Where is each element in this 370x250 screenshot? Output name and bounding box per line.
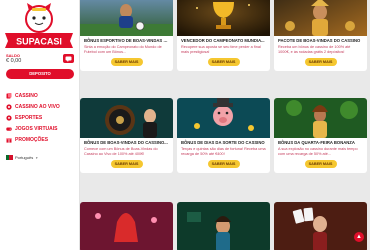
- main-menu: CASSINO CASSINO AO VIVO ESPORTES JOGOS V…: [6, 90, 76, 145]
- language-selector[interactable]: Português ▼: [6, 155, 38, 160]
- arrow-up-icon: ▲: [356, 234, 362, 240]
- promo-image: [80, 202, 173, 250]
- promo-title: VENCEDOR DO CAMPEONATO MUNDIA...: [181, 38, 265, 43]
- chat-button[interactable]: [63, 54, 74, 63]
- gift-icon: [6, 137, 12, 143]
- promo-card[interactable]: [80, 202, 173, 250]
- menu-item-casino[interactable]: CASSINO: [6, 90, 76, 101]
- promo-title: BÔNUS DA QUARTA-FEIRA BONANZA: [278, 140, 355, 145]
- promo-description: Terças e quintas são dias de fortuna! Re…: [181, 147, 266, 156]
- promotions-grid: BÔNUS ESPORTIVO DE BOAS-VINDAS DE 100%..…: [80, 0, 370, 250]
- scroll-to-top-button[interactable]: ▲: [354, 232, 364, 242]
- promo-description: Receba um bônus de cassino de 100% até 1…: [278, 45, 351, 54]
- live-icon: [6, 103, 12, 110]
- menu-item-virtual-games[interactable]: JOGOS VIRTUAIS: [6, 123, 76, 134]
- balance-value: € 0,00: [6, 58, 22, 64]
- promo-image: [274, 0, 367, 36]
- chat-icon: [65, 56, 72, 62]
- promo-description: Comece com um Bônus de Boas-Vindas do Ca…: [84, 147, 158, 156]
- supacasi-logo[interactable]: SUPACASI: [2, 3, 76, 49]
- promo-title: BÔNUS DE DIAS DA SORTE DO CASSINO: [181, 140, 265, 145]
- menu-item-sports[interactable]: ESPORTES: [6, 112, 76, 123]
- learn-more-button[interactable]: SABER MAIS: [110, 160, 143, 168]
- promo-title: PACOTE DE BOAS-VINDAS DO CASSINO: [278, 38, 361, 43]
- promo-description: Recupere sua aposta se seu time perder a…: [181, 45, 261, 54]
- learn-more-button[interactable]: SABER MAIS: [207, 160, 240, 168]
- promo-title: BÔNUS DE BOAS-VINDAS DO CASSINO...: [84, 140, 168, 145]
- promo-card[interactable]: BÔNUS ESPORTIVO DE BOAS-VINDAS DE 100%..…: [80, 0, 173, 71]
- chevron-down-icon: ▼: [35, 155, 39, 160]
- learn-more-button[interactable]: SABER MAIS: [207, 58, 240, 66]
- deposit-button[interactable]: DEPOSITO: [6, 69, 74, 79]
- promo-title: BÔNUS ESPORTIVO DE BOAS-VINDAS DE 100%..…: [84, 38, 173, 43]
- promo-image: [274, 202, 367, 250]
- promo-image: [177, 202, 270, 250]
- menu-item-label: CASSINO AO VIVO: [15, 103, 60, 110]
- learn-more-button[interactable]: SABER MAIS: [304, 58, 337, 66]
- menu-item-promotions[interactable]: PROMOÇÕES: [6, 134, 76, 145]
- promo-image: [177, 0, 270, 36]
- svg-text:SUPACASI: SUPACASI: [16, 37, 62, 47]
- virtual-icon: [6, 127, 12, 131]
- promo-card[interactable]: [177, 202, 270, 250]
- promo-card[interactable]: PACOTE DE BOAS-VINDAS DO CASSINO Receba …: [274, 0, 367, 71]
- promo-image: [80, 98, 173, 138]
- promo-image: [274, 98, 367, 138]
- ball-icon: [6, 114, 12, 121]
- promo-card[interactable]: BÔNUS DE BOAS-VINDAS DO CASSINO... Comec…: [80, 98, 173, 173]
- menu-item-live-casino[interactable]: CASSINO AO VIVO: [6, 101, 76, 112]
- cards-icon: [6, 92, 12, 98]
- language-label: Português: [15, 155, 34, 160]
- promo-image: [177, 98, 270, 138]
- promo-card[interactable]: BÔNUS DE DIAS DA SORTE DO CASSINO Terças…: [177, 98, 270, 173]
- promo-description: A sua explosão no cassino durante mais t…: [278, 147, 358, 156]
- promo-image: [80, 0, 173, 36]
- promo-card[interactable]: [274, 202, 367, 250]
- portugal-flag-icon: [6, 155, 13, 160]
- menu-item-label: CASSINO: [15, 92, 38, 99]
- promo-card[interactable]: BÔNUS DA QUARTA-FEIRA BONANZA A sua expl…: [274, 98, 367, 173]
- sidebar: SUPACASI SALDO € 0,00 DEPOSITO CASSINO C…: [0, 0, 80, 250]
- promo-description: Sinta a emoção do Campeonato do Mundo de…: [84, 45, 162, 54]
- learn-more-button[interactable]: SABER MAIS: [304, 160, 337, 168]
- learn-more-button[interactable]: SABER MAIS: [110, 58, 143, 66]
- promo-card[interactable]: VENCEDOR DO CAMPEONATO MUNDIA... Recuper…: [177, 0, 270, 71]
- menu-item-label: JOGOS VIRTUAIS: [15, 125, 58, 132]
- menu-item-label: ESPORTES: [15, 114, 43, 121]
- menu-item-label: PROMOÇÕES: [15, 136, 49, 143]
